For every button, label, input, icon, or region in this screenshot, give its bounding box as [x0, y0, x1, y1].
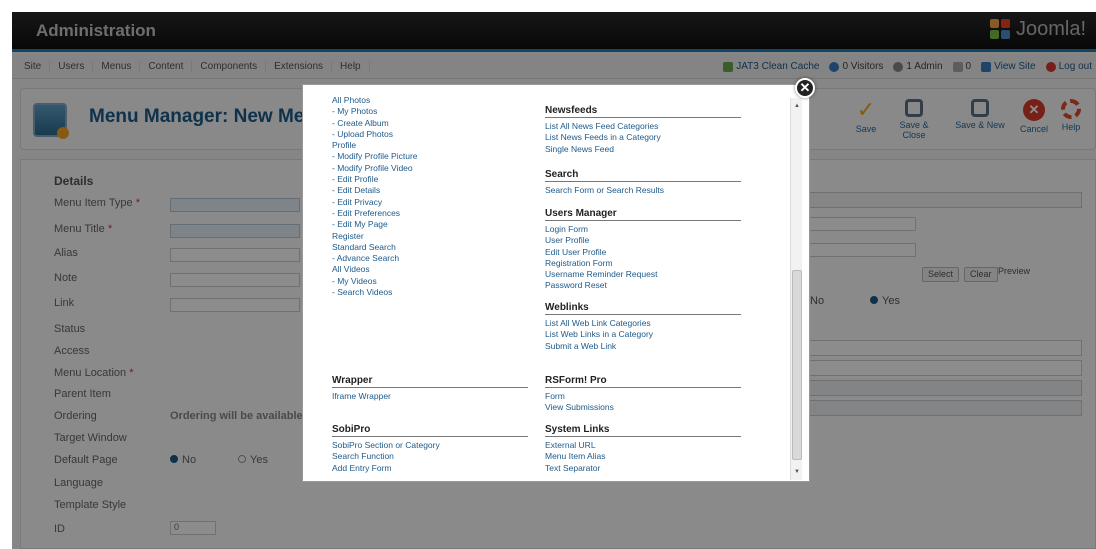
- jomsocial-links: All PhotosMy PhotosCreate AlbumUpload Ph…: [332, 95, 418, 298]
- menu-type-link[interactable]: Advance Search: [332, 253, 418, 264]
- group-links: List All Web Link Categories List Web Lin…: [545, 318, 741, 352]
- group-title: RSForm! Pro: [545, 375, 741, 388]
- menu-type-link[interactable]: My Videos: [332, 276, 418, 287]
- menu-type-link[interactable]: Password Reset: [545, 280, 741, 291]
- menu-type-link[interactable]: Form: [545, 391, 741, 402]
- menu-type-link[interactable]: Register: [332, 231, 418, 242]
- menu-type-link[interactable]: Edit User Profile: [545, 247, 741, 258]
- scrollbar-thumb[interactable]: [792, 270, 802, 460]
- menu-type-link[interactable]: Submit a Web Link: [545, 341, 741, 352]
- menu-type-link[interactable]: List All Web Link Categories: [545, 318, 741, 329]
- menu-type-link[interactable]: User Profile: [545, 235, 741, 246]
- group-links: External URL Menu Item Alias Text Separato…: [545, 440, 741, 473]
- group-wrapper: Wrapper Iframe Wrapper: [332, 375, 528, 402]
- group-links: Iframe Wrapper: [332, 391, 528, 402]
- group-weblinks: Weblinks List All Web Link Categories Lis…: [545, 302, 741, 352]
- menu-type-link[interactable]: List Web Links in a Category: [545, 329, 741, 340]
- group-rsform-pro: RSForm! Pro Form View Submissions: [545, 375, 741, 414]
- menu-type-link[interactable]: View Submissions: [545, 402, 741, 413]
- group-newsfeeds: Newsfeeds List All News Feed Categories L…: [545, 105, 741, 155]
- menu-type-link[interactable]: Modify Profile Picture: [332, 151, 417, 162]
- modal-scrollbar[interactable]: ▲ ▼: [790, 98, 802, 480]
- admin-window: Administration Joomla! Site Users Menus Con…: [12, 12, 1096, 549]
- menu-type-link[interactable]: Single News Feed: [545, 144, 741, 155]
- group-search: Search Search Form or Search Results: [545, 169, 741, 196]
- scroll-down-arrow-icon[interactable]: ▼: [791, 466, 803, 478]
- menu-type-link[interactable]: My Photos: [332, 106, 418, 117]
- menu-type-link[interactable]: Search Form or Search Results: [545, 185, 741, 196]
- menu-type-link[interactable]: List News Feeds in a Category: [545, 132, 741, 143]
- scroll-up-arrow-icon[interactable]: ▲: [791, 100, 803, 112]
- group-title: Search: [545, 169, 741, 182]
- menu-type-link[interactable]: External URL: [545, 440, 741, 451]
- menu-type-link[interactable]: Standard Search: [332, 242, 418, 253]
- group-title: Newsfeeds: [545, 105, 741, 118]
- group-links: Form View Submissions: [545, 391, 741, 414]
- menu-type-link[interactable]: Create Album: [332, 118, 418, 129]
- group-links: List All News Feed Categories List News F…: [545, 121, 741, 155]
- menu-type-link[interactable]: Search Videos: [332, 287, 418, 298]
- menu-type-link[interactable]: SobiPro Section or Category: [332, 440, 528, 451]
- group-system-links: System Links External URL Menu Item Alias…: [545, 424, 741, 473]
- group-title: SobiPro: [332, 424, 528, 437]
- group-title: System Links: [545, 424, 741, 437]
- menu-type-link[interactable]: Edit My Page: [332, 219, 418, 230]
- group-title: Users Manager: [545, 208, 741, 221]
- menu-type-link[interactable]: All Videos: [332, 264, 418, 275]
- group-title: Weblinks: [545, 302, 741, 315]
- menu-type-link[interactable]: Username Reminder Request: [545, 269, 741, 280]
- group-users-manager: Users Manager Login Form User Profile Edit…: [545, 208, 741, 292]
- menu-type-link[interactable]: All Photos: [332, 95, 418, 106]
- menu-type-link[interactable]: Login Form: [545, 224, 741, 235]
- menu-type-link[interactable]: Iframe Wrapper: [332, 391, 528, 402]
- group-links: Login Form User Profile Edit User Profile R…: [545, 224, 741, 292]
- group-title: Wrapper: [332, 375, 528, 388]
- menu-type-link[interactable]: Edit Privacy: [332, 197, 418, 208]
- menu-type-link[interactable]: Profile: [332, 140, 418, 151]
- menu-type-link[interactable]: Menu Item Alias: [545, 451, 741, 462]
- menu-type-link[interactable]: Search Function: [332, 451, 528, 462]
- menu-type-link[interactable]: Upload Photos: [332, 129, 418, 140]
- modal-close-icon[interactable]: ✕: [795, 78, 815, 98]
- menu-item-type-modal: Write Message All PhotosMy PhotosCreate …: [302, 84, 810, 482]
- group-links: SobiPro Section or Category Search Functi…: [332, 440, 528, 473]
- menu-type-link[interactable]: Add Entry Form: [332, 463, 528, 473]
- group-links: Search Form or Search Results: [545, 185, 741, 196]
- modal-content: Write Message All PhotosMy PhotosCreate …: [311, 93, 799, 473]
- menu-type-link[interactable]: List All News Feed Categories: [545, 121, 741, 132]
- menu-type-link[interactable]: Edit Profile: [332, 174, 418, 185]
- menu-type-link[interactable]: Registration Form: [545, 258, 741, 269]
- group-sobipro: SobiPro SobiPro Section or Category Searc…: [332, 424, 528, 473]
- menu-type-link[interactable]: Edit Details: [332, 185, 418, 196]
- menu-type-link[interactable]: Edit Preferences: [332, 208, 418, 219]
- menu-type-link[interactable]: Modify Profile Video: [332, 163, 418, 174]
- menu-type-link[interactable]: Text Separator: [545, 463, 741, 473]
